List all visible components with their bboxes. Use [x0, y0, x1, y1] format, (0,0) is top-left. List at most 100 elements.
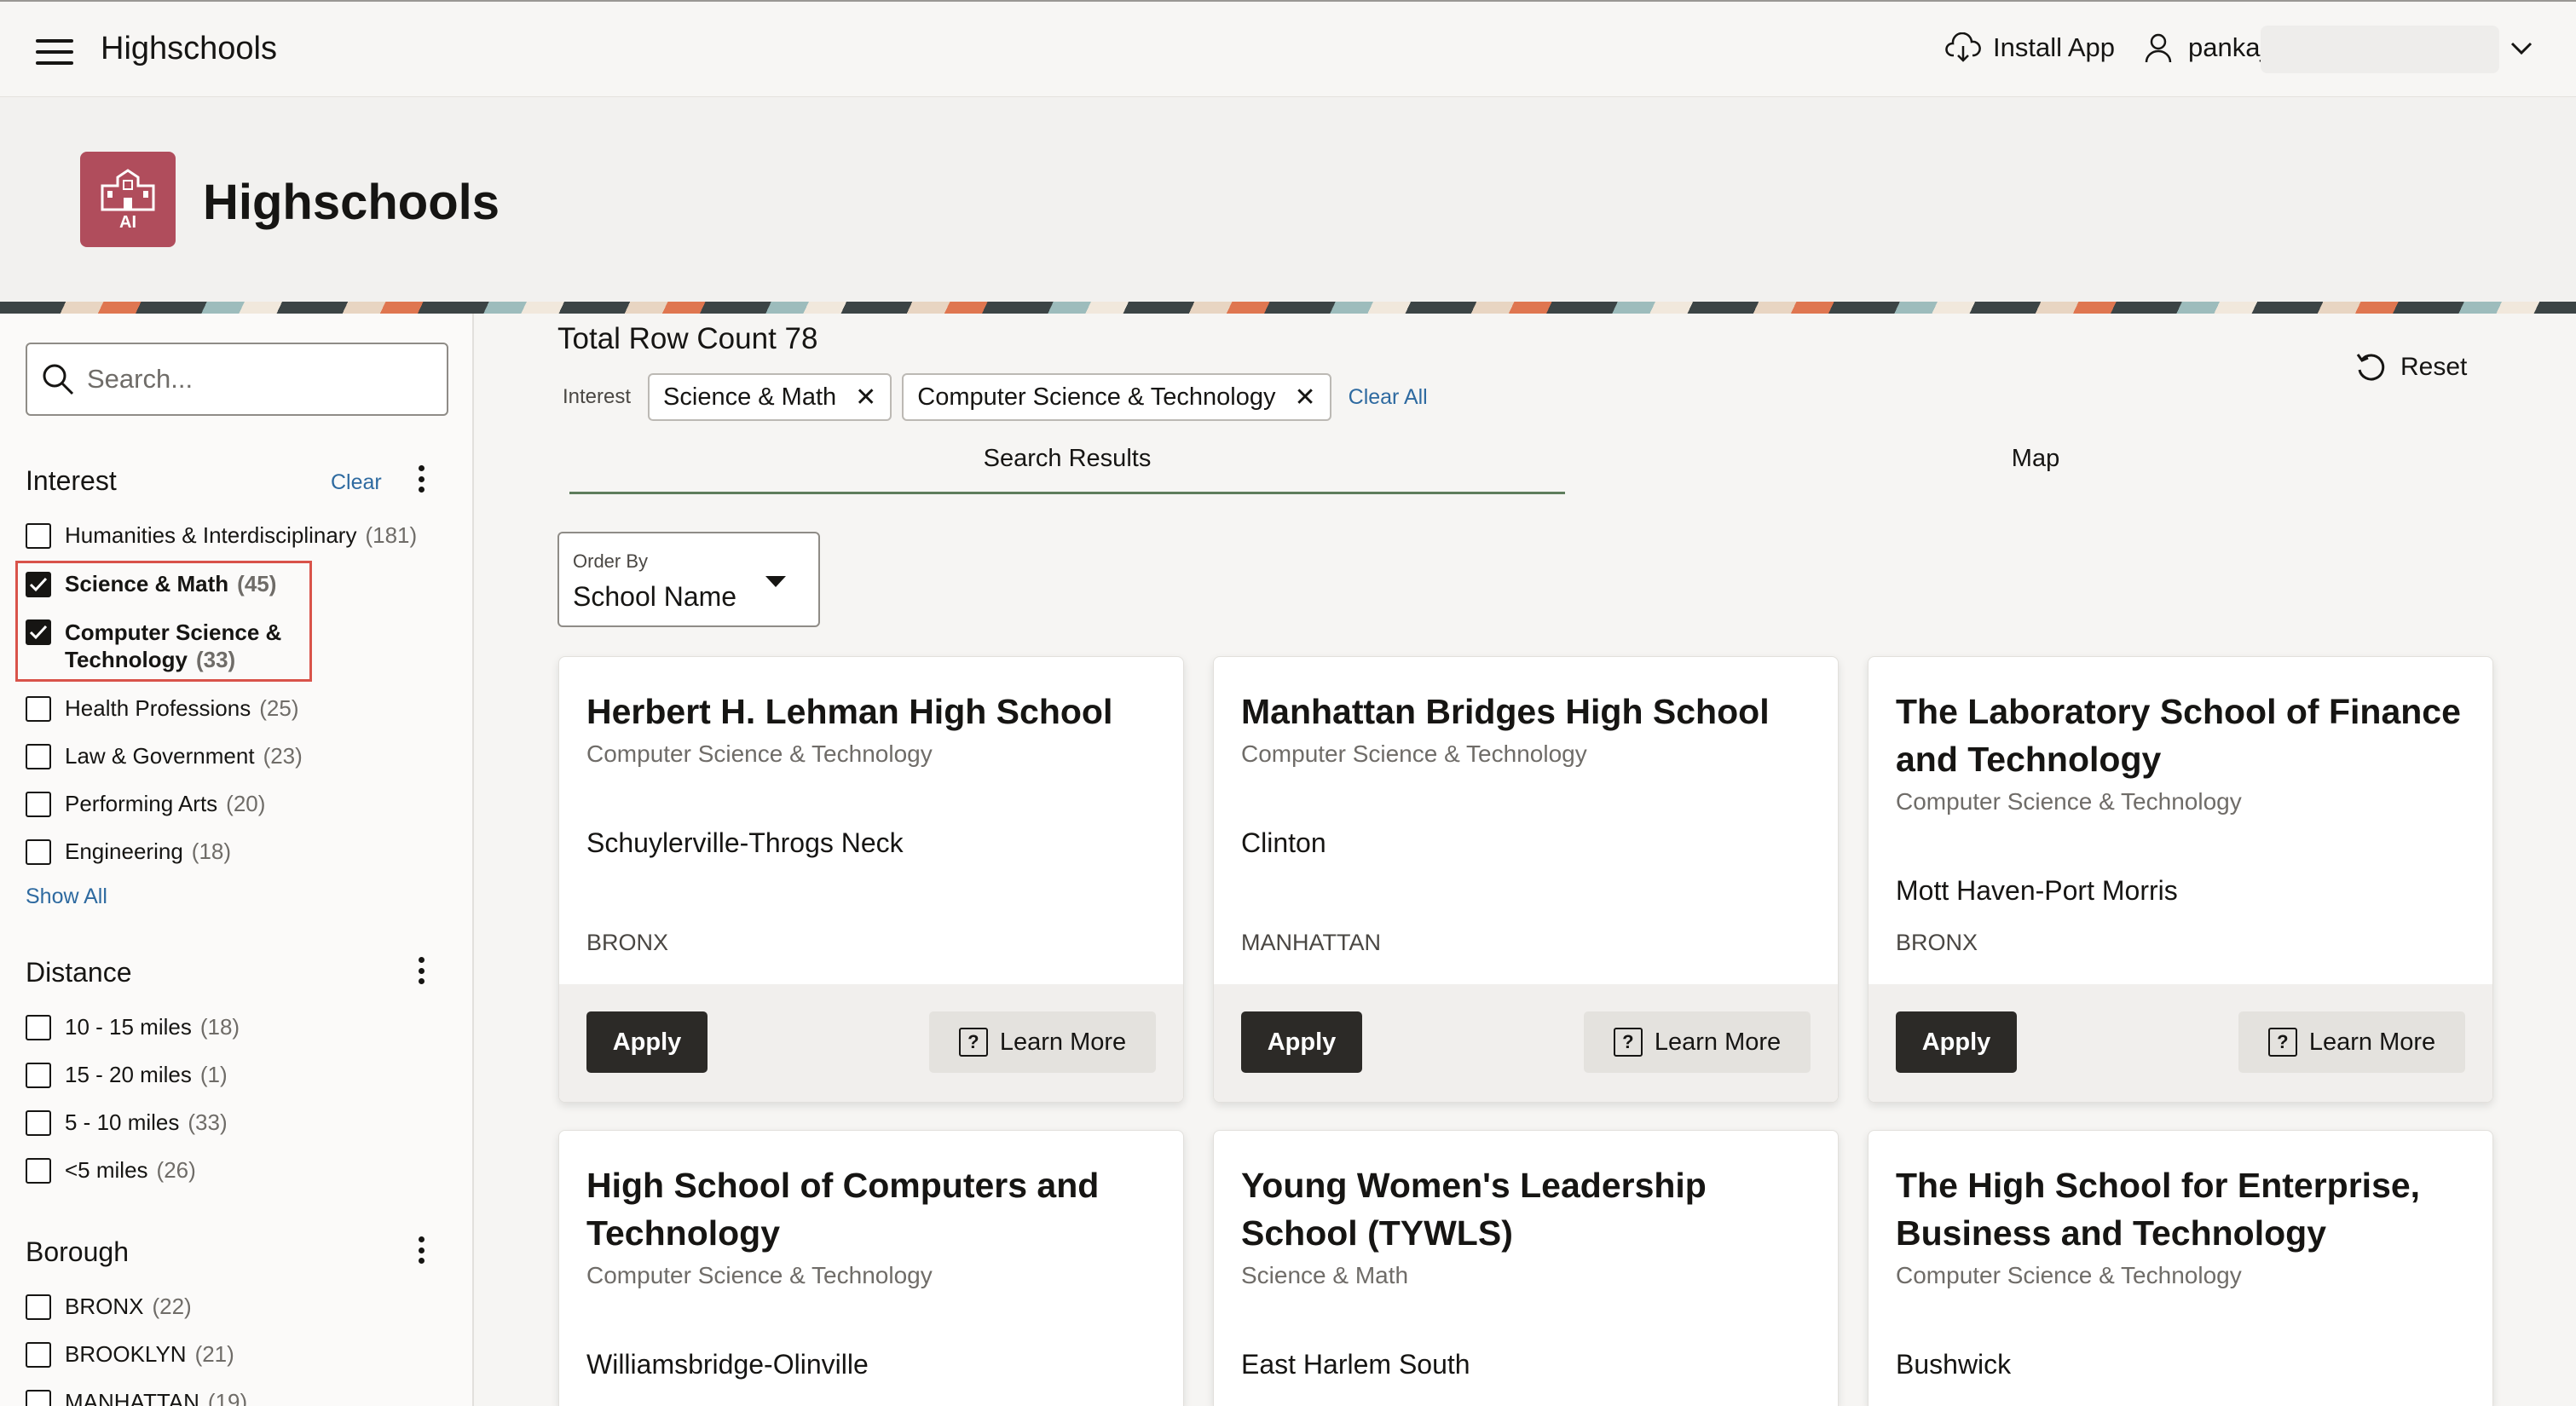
clear-all-link[interactable]: Clear All	[1349, 385, 1428, 410]
reset-button[interactable]: Reset	[2354, 351, 2467, 383]
school-card: High School of Computers and Technology …	[558, 1130, 1184, 1406]
help-icon: ?	[958, 1028, 988, 1057]
apply-button[interactable]: Apply	[586, 1011, 708, 1073]
option-count: (21)	[194, 1341, 234, 1367]
school-neighborhood: Clinton	[1241, 827, 1326, 858]
school-card: Herbert H. Lehman High School Computer S…	[558, 656, 1184, 1103]
learn-more-button[interactable]: ? Learn More	[2238, 1011, 2465, 1073]
facet-option-brooklyn[interactable]: BROOKLYN (21)	[26, 1341, 234, 1368]
borough-facet-title: Borough	[26, 1236, 129, 1267]
checkbox[interactable]	[26, 1158, 51, 1184]
total-row-count: Total Row Count 78	[557, 322, 818, 355]
username: pankaj	[2188, 32, 2267, 62]
caret-down-icon	[765, 576, 786, 587]
show-all-link[interactable]: Show All	[26, 885, 107, 909]
facet-option-engineering[interactable]: Engineering (18)	[26, 838, 231, 865]
school-card: The High School for Enterprise, Business…	[1868, 1130, 2493, 1406]
school-interest: Computer Science & Technology	[586, 1262, 933, 1288]
school-neighborhood: Williamsbridge-Olinville	[586, 1349, 869, 1380]
checkbox[interactable]	[26, 696, 51, 722]
borough-facet-header: Borough	[26, 1230, 448, 1272]
top-bar: Highschools Install App pankaj	[0, 0, 2576, 97]
logo-text: AI	[119, 212, 136, 232]
card-footer: Apply ? Learn More	[559, 984, 1183, 1102]
learn-more-button[interactable]: ? Learn More	[929, 1011, 1156, 1073]
checkbox[interactable]	[26, 792, 51, 817]
more-options-icon[interactable]	[416, 1233, 426, 1267]
option-label: Engineering	[65, 838, 183, 864]
facet-option-under-5-miles[interactable]: <5 miles (26)	[26, 1157, 196, 1184]
option-label: 10 - 15 miles	[65, 1014, 192, 1040]
checkbox[interactable]	[26, 523, 51, 549]
search-field[interactable]	[26, 343, 448, 416]
apply-button[interactable]: Apply	[1241, 1011, 1362, 1073]
school-name: The Laboratory School of Finance and Tec…	[1896, 692, 2461, 779]
interest-clear-link[interactable]: Clear	[331, 470, 382, 495]
option-label: <5 miles	[65, 1157, 148, 1183]
chevron-down-icon[interactable]	[2510, 41, 2533, 56]
hamburger-menu-icon[interactable]	[36, 39, 73, 65]
facet-option-law[interactable]: Law & Government (23)	[26, 743, 303, 769]
order-by-select[interactable]: Order By School Name	[557, 532, 820, 627]
checkbox[interactable]	[26, 744, 51, 769]
close-icon[interactable]: ✕	[855, 383, 876, 412]
school-borough: MANHATTAN	[1241, 930, 1381, 955]
app-logo: AI	[80, 152, 176, 247]
checkbox[interactable]	[26, 1342, 51, 1368]
school-card: Manhattan Bridges High School Computer S…	[1213, 656, 1839, 1103]
install-app-label: Install App	[1993, 32, 2116, 62]
option-label: 5 - 10 miles	[65, 1109, 180, 1135]
option-count: (20)	[226, 791, 266, 816]
facet-option-10-15-miles[interactable]: 10 - 15 miles (18)	[26, 1014, 240, 1040]
school-interest: Computer Science & Technology	[1896, 788, 2242, 815]
option-count: (22)	[152, 1294, 192, 1319]
order-by-label: Order By	[573, 550, 649, 572]
option-count: (26)	[156, 1157, 196, 1183]
more-options-icon[interactable]	[416, 462, 426, 496]
option-label: BRONX	[65, 1294, 144, 1319]
interest-facet-title: Interest	[26, 465, 117, 496]
checkbox[interactable]	[26, 1063, 51, 1088]
school-name: High School of Computers and Technology	[586, 1166, 1100, 1253]
facet-option-health[interactable]: Health Professions (25)	[26, 695, 298, 722]
option-label: Humanities & Interdisciplinary	[65, 522, 357, 548]
more-options-icon[interactable]	[416, 954, 426, 988]
option-count: (18)	[199, 1014, 240, 1040]
facet-option-5-10-miles[interactable]: 5 - 10 miles (33)	[26, 1109, 228, 1136]
close-icon[interactable]: ✕	[1295, 383, 1316, 412]
checkbox[interactable]	[26, 839, 51, 865]
facet-option-15-20-miles[interactable]: 15 - 20 miles (1)	[26, 1062, 228, 1088]
tab-search-results[interactable]: Search Results	[569, 445, 1565, 494]
tab-map[interactable]: Map	[1538, 445, 2533, 492]
facet-option-performing-arts[interactable]: Performing Arts (20)	[26, 791, 265, 817]
school-interest: Science & Math	[1241, 1262, 1409, 1288]
school-name: Young Women's Leadership School (TYWLS)	[1241, 1166, 1707, 1253]
user-menu[interactable]: pankaj	[2144, 32, 2266, 63]
school-neighborhood: Schuylerville-Throgs Neck	[586, 827, 904, 858]
install-app-button[interactable]: Install App	[1945, 32, 2115, 63]
option-count: (19)	[207, 1389, 248, 1406]
apply-button[interactable]: Apply	[1896, 1011, 2017, 1073]
facet-option-bronx[interactable]: BRONX (22)	[26, 1294, 192, 1320]
checkbox[interactable]	[26, 1294, 51, 1320]
filter-chip: Science & Math ✕	[648, 373, 892, 421]
school-name: Herbert H. Lehman High School	[586, 692, 1113, 731]
option-label: MANHATTAN	[65, 1389, 199, 1406]
card-footer: Apply ? Learn More	[1868, 984, 2492, 1102]
learn-more-button[interactable]: ? Learn More	[1584, 1011, 1811, 1073]
school-neighborhood: Mott Haven-Port Morris	[1896, 875, 2178, 906]
search-icon	[43, 364, 74, 395]
facet-option-manhattan[interactable]: MANHATTAN (19)	[26, 1389, 247, 1406]
checkbox[interactable]	[26, 1390, 51, 1406]
checkbox[interactable]	[26, 1110, 51, 1136]
school-name: Manhattan Bridges High School	[1241, 692, 1770, 731]
help-icon: ?	[2267, 1028, 2297, 1057]
decorative-banner-stripe	[0, 302, 2576, 314]
checkbox[interactable]	[26, 1015, 51, 1040]
search-input[interactable]	[87, 364, 428, 395]
filter-chip-label: Science & Math	[663, 383, 837, 411]
option-label: Health Professions	[65, 695, 251, 721]
school-interest: Computer Science & Technology	[1896, 1262, 2242, 1288]
facet-option-humanities[interactable]: Humanities & Interdisciplinary (181)	[26, 522, 417, 549]
learn-more-label: Learn More	[999, 1028, 1127, 1056]
